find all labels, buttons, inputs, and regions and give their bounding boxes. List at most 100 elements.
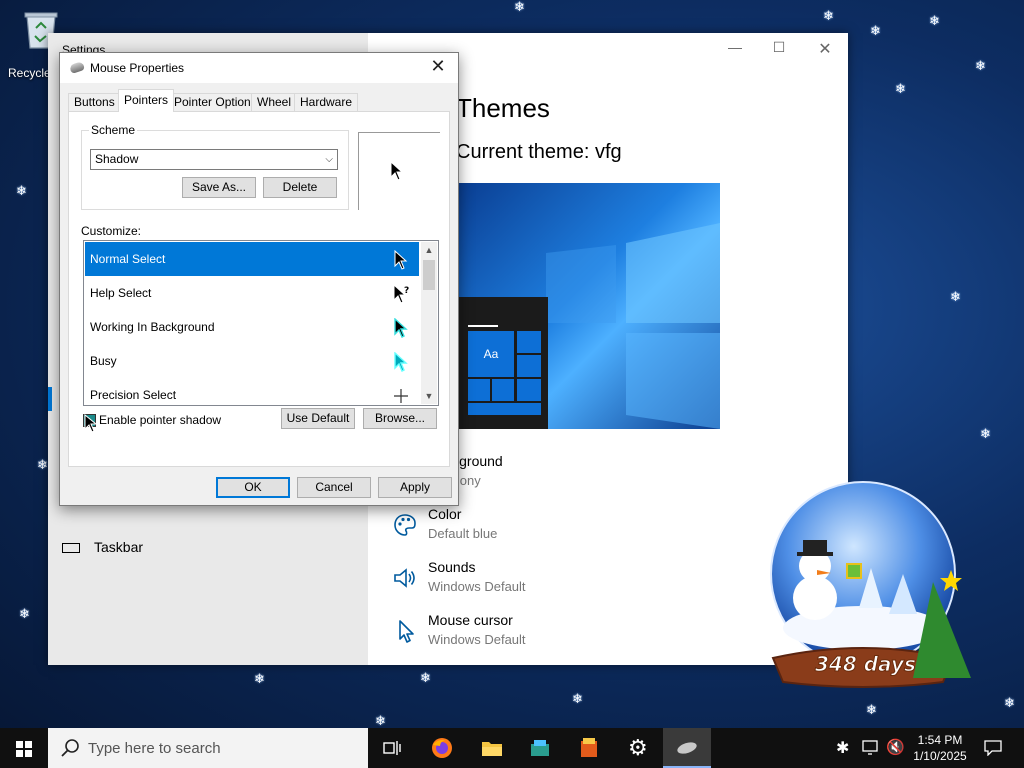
preview-tile — [517, 331, 541, 353]
preview-tile: Aa — [468, 331, 514, 377]
list-item[interactable]: Working In Background — [85, 310, 419, 344]
setting-sounds[interactable]: Sounds Windows Default — [388, 559, 748, 605]
firefox-taskbar-button[interactable] — [418, 728, 466, 768]
gear-icon: ⚙ — [628, 735, 648, 760]
tab-buttons[interactable]: Buttons — [68, 93, 121, 112]
file-explorer-taskbar-button[interactable] — [467, 728, 515, 768]
search-box[interactable]: Type here to search — [48, 728, 368, 768]
windows-logo-icon — [16, 741, 32, 757]
browse-button[interactable]: Browse... — [363, 408, 437, 429]
setting-value: Default blue — [428, 526, 498, 541]
list-item[interactable]: Help Select ? — [85, 276, 419, 310]
customize-label: Customize: — [81, 224, 142, 238]
save-as-button[interactable]: Save As... — [182, 177, 256, 198]
preview-tile — [468, 379, 490, 401]
volume-icon[interactable]: 🔇 — [886, 738, 905, 756]
dialog-title: Mouse Properties — [90, 61, 185, 75]
snowflake: ❄ — [866, 702, 877, 717]
cancel-button[interactable]: Cancel — [297, 477, 371, 498]
snowflake: ❄ — [254, 671, 265, 686]
list-scrollbar[interactable]: ▲ ▼ — [421, 242, 437, 404]
app-taskbar-button[interactable] — [516, 728, 564, 768]
setting-value: Windows Default — [428, 579, 526, 594]
list-item[interactable]: Busy — [85, 344, 419, 378]
close-button[interactable]: ✕ — [802, 39, 848, 61]
current-theme-label: Current theme: vfg — [456, 141, 622, 163]
scheme-group: Scheme Shadow ⌵ Save As... Delete — [81, 123, 349, 210]
clock[interactable]: 1:54 PM 1/10/2025 — [905, 732, 975, 764]
snow-globe-widget[interactable]: 348 days — [763, 478, 975, 700]
cursor-name: Working In Background — [90, 320, 215, 334]
game-icon — [581, 738, 597, 757]
ok-button[interactable]: OK — [216, 477, 290, 498]
cursor-name: Help Select — [90, 286, 152, 300]
busy-cursor-icon — [394, 352, 408, 372]
cursor-preview — [358, 132, 440, 210]
palette-icon — [394, 514, 416, 536]
svg-text:?: ? — [404, 286, 409, 296]
maximize-button[interactable]: ☐ — [756, 39, 802, 61]
snowflake: ❄ — [420, 670, 431, 685]
apply-button[interactable]: Apply — [378, 477, 452, 498]
snowflake: ❄ — [375, 713, 386, 728]
search-icon — [61, 739, 79, 757]
settings-taskbar-button[interactable]: ⚙ — [614, 728, 662, 768]
theme-preview: Aa — [456, 183, 720, 429]
scroll-thumb[interactable] — [423, 260, 435, 290]
setting-name: Sounds — [428, 559, 476, 575]
setting-name: Mouse cursor — [428, 612, 513, 628]
taskbar: Type here to search ⚙ ✱ 🔇 1:54 PM 1/10/2… — [0, 728, 1024, 768]
cursor-list[interactable]: Normal Select Help Select ? Working In B… — [83, 240, 439, 406]
preview-bar — [468, 325, 498, 327]
notifications-button[interactable] — [976, 728, 1012, 768]
arrow-cursor-icon — [390, 161, 404, 181]
delete-button[interactable]: Delete — [263, 177, 337, 198]
enable-pointer-shadow-label: Enable pointer shadow — [99, 413, 222, 427]
arrow-cursor-icon — [394, 250, 408, 270]
preview-tile — [517, 355, 541, 377]
monitor-icon[interactable] — [862, 740, 880, 756]
mouse-icon — [68, 61, 86, 74]
help-cursor-icon: ? — [393, 284, 409, 304]
list-item[interactable]: Precision Select — [85, 378, 419, 405]
crosshair-cursor-icon — [394, 389, 408, 403]
snowflake: ❄ — [980, 426, 991, 441]
setting-color[interactable]: Color Default blue — [388, 506, 748, 552]
tab-wheel[interactable]: Wheel — [251, 93, 298, 112]
close-button[interactable]: ✕ — [426, 56, 450, 78]
nav-item-label: Taskbar — [94, 539, 144, 555]
dialog-title-bar: Mouse Properties ✕ — [60, 53, 458, 83]
app-icon — [531, 740, 549, 756]
preview-tile — [468, 403, 541, 415]
mouse-properties-taskbar-button[interactable] — [663, 728, 711, 768]
preview-tile — [517, 379, 541, 401]
list-item[interactable]: Normal Select — [85, 242, 419, 276]
minimize-button[interactable]: — — [712, 39, 758, 61]
use-default-button[interactable]: Use Default — [281, 408, 355, 429]
network-icon[interactable]: ✱ — [836, 738, 849, 758]
task-view-icon — [383, 741, 401, 755]
scroll-up-arrow-icon[interactable]: ▲ — [421, 242, 437, 258]
tab-pointer-options[interactable]: Pointer Options — [168, 93, 263, 112]
scheme-dropdown[interactable]: Shadow ⌵ — [90, 149, 338, 170]
snowflake: ❄ — [870, 23, 881, 38]
cursor-name: Normal Select — [90, 252, 166, 266]
task-view-button[interactable] — [368, 728, 416, 768]
setting-mouse-cursor[interactable]: Mouse cursor Windows Default — [388, 612, 748, 658]
scheme-label: Scheme — [89, 123, 138, 137]
page-title: Themes — [456, 93, 550, 123]
tab-pointers[interactable]: Pointers — [118, 89, 175, 112]
chevron-down-icon: ⌵ — [325, 154, 333, 165]
start-button[interactable] — [0, 728, 48, 768]
snowflake: ❄ — [950, 289, 961, 304]
game-taskbar-button[interactable] — [565, 728, 613, 768]
mouse-cursor-icon — [399, 620, 414, 643]
nav-item-taskbar[interactable]: Taskbar — [62, 539, 143, 555]
folder-icon — [482, 742, 502, 756]
tab-hardware[interactable]: Hardware — [294, 93, 359, 112]
scheme-value: Shadow — [95, 152, 139, 166]
firefox-icon — [432, 738, 452, 758]
scroll-down-arrow-icon[interactable]: ▼ — [421, 388, 437, 404]
setting-value: Windows Default — [428, 632, 526, 647]
cursor-name: Busy — [90, 354, 117, 368]
